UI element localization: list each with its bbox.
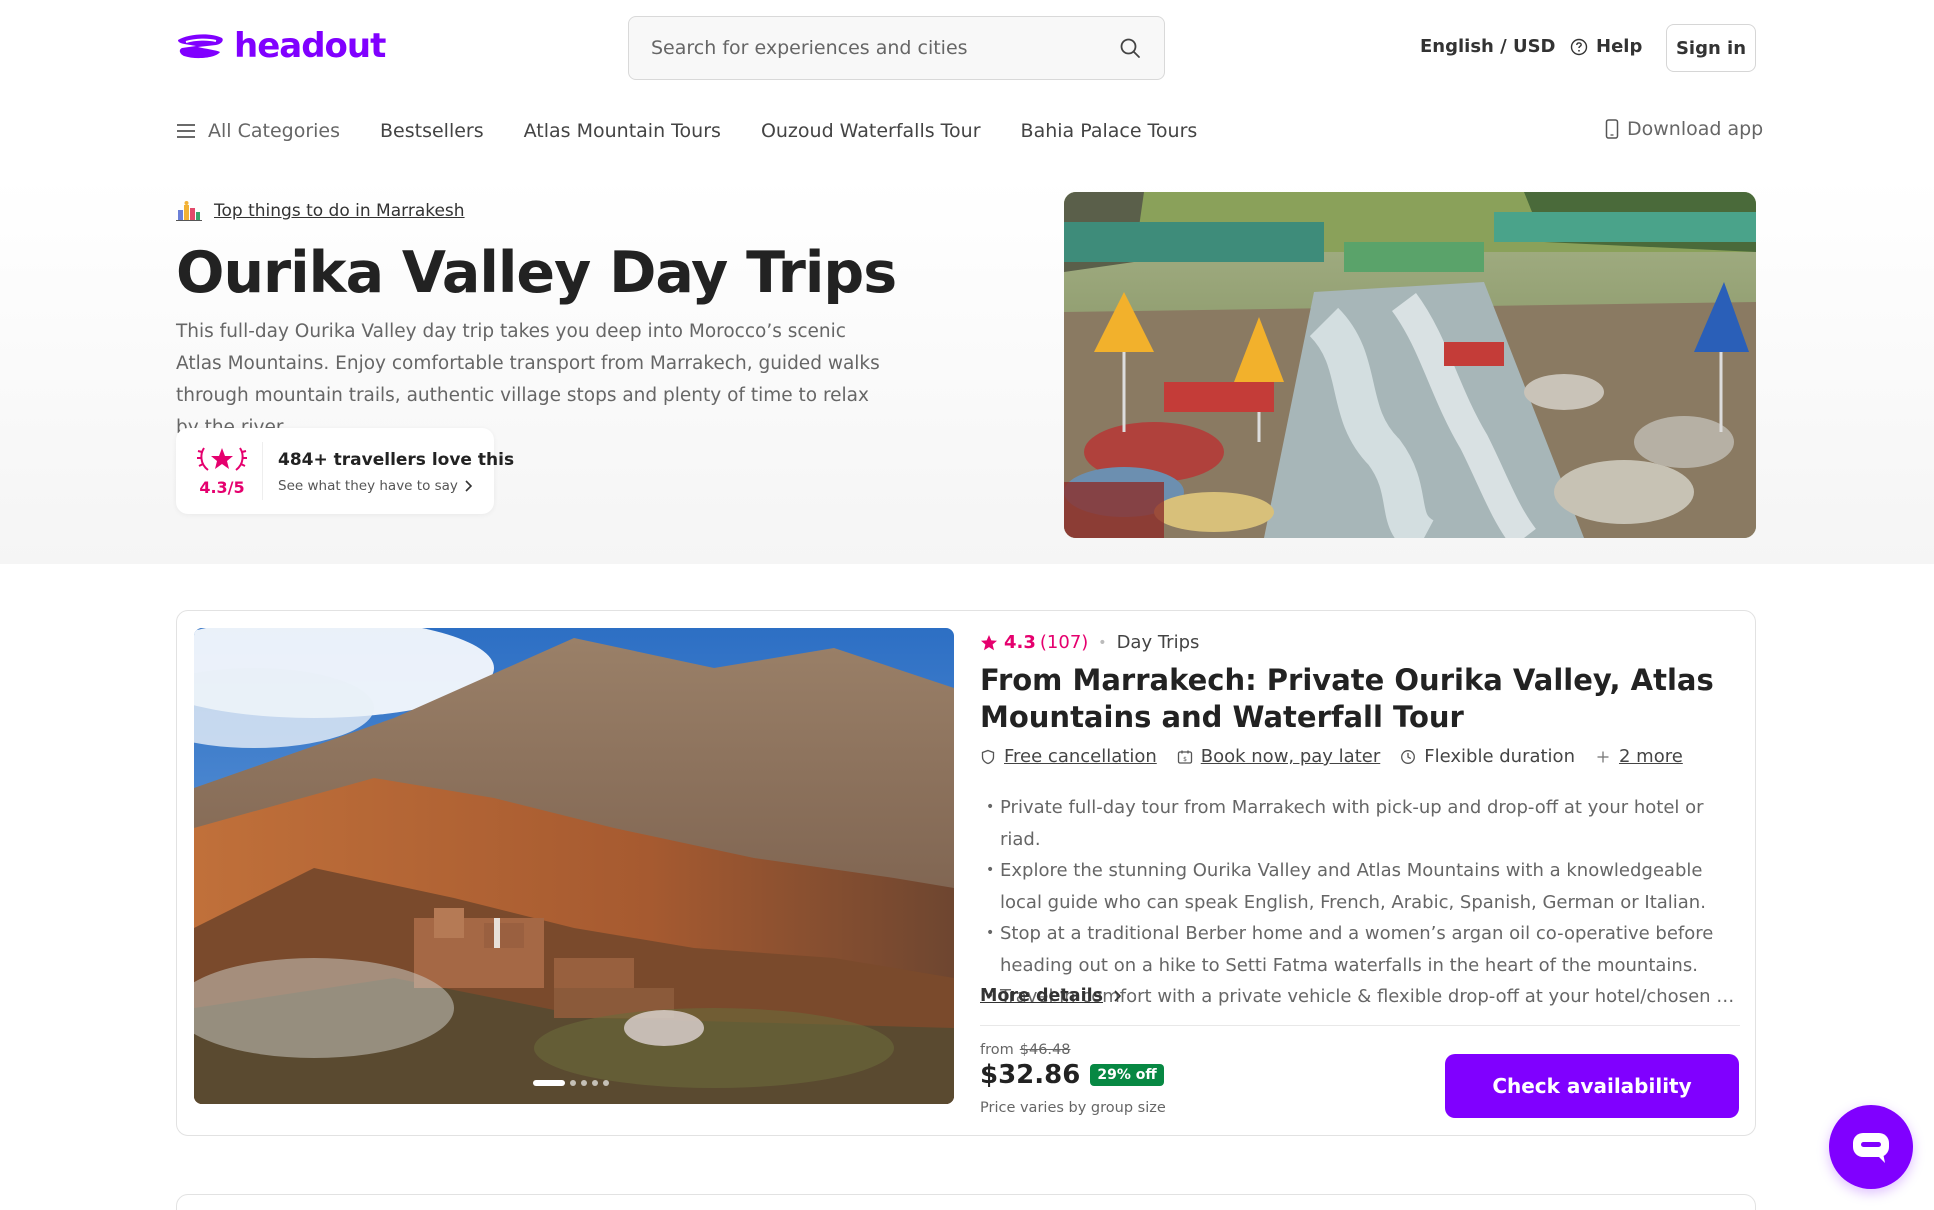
star-icon [981,634,997,650]
current-price: $32.86 [980,1060,1081,1090]
feature-label: 2 more [1618,746,1683,767]
menu-icon [177,124,195,138]
page-description: This full-day Ourika Valley day trip tak… [176,321,880,438]
see-reviews-label: See what they have to say [278,478,458,494]
product-title[interactable]: From Marrakech: Private Ourika Valley, A… [980,662,1740,736]
calendar-icon: $ [1177,750,1192,764]
all-categories-label: All Categories [208,120,341,142]
feature-free-cancellation[interactable]: Free cancellation [980,746,1157,767]
carousel-dot[interactable] [533,1080,565,1086]
chevron-right-icon [465,480,472,492]
discount-badge: 29% off [1090,1064,1164,1086]
language-currency-selector[interactable]: English / USD [1420,36,1556,57]
all-categories-menu[interactable]: All Categories [176,120,340,142]
header: headout English / USD Help Sign in [0,0,1934,100]
page-title: Ourika Valley Day Trips [176,240,897,306]
nav-item-bestsellers[interactable]: Bestsellers [380,120,484,142]
travellers-love-text: 484+ travellers love this [278,450,515,470]
product-image-atlas-mountains[interactable] [194,628,954,1104]
help-label: Help [1596,36,1643,57]
divider [262,442,263,500]
carousel-dot[interactable] [592,1080,598,1086]
feature-label: Flexible duration [1424,746,1575,767]
help-link[interactable]: Help [1570,36,1642,57]
more-details-link[interactable]: More details [980,986,1122,1006]
plus-icon [1597,751,1609,762]
highlight-item: Explore the stunning Ourika Valley and A… [986,855,1736,918]
product-meta: 4.3 (107) • Day Trips [980,632,1199,653]
clock-icon [1401,749,1416,764]
meta-separator: • [1098,634,1107,651]
feature-label: Free cancellation [1004,746,1157,767]
chat-icon [1853,1133,1889,1163]
headout-logo[interactable]: headout [176,26,386,66]
carousel-dot[interactable] [570,1080,576,1086]
more-details-label: More details [980,986,1104,1006]
reviews-summary-card[interactable]: 4.3/5 484+ travellers love this See what… [176,428,514,514]
phone-icon [1605,119,1619,139]
feature-flexible-duration: Flexible duration [1400,746,1575,767]
shield-icon [981,749,995,764]
breadcrumb: Top things to do in Marrakesh [176,200,465,222]
see-reviews-link[interactable]: See what they have to say [278,478,472,494]
nav-item-ouzoud-waterfalls-tour[interactable]: Ouzoud Waterfalls Tour [761,120,981,142]
hero-image-ourika-river [1064,192,1756,538]
price-from-row: from $46.48 [980,1042,1071,1058]
carousel-indicators [533,1080,609,1086]
product-rating: 4.3 [1004,632,1036,653]
laurel-star-icon [197,447,247,471]
search-icon[interactable] [1118,36,1142,60]
feature-more[interactable]: 2 more [1595,746,1683,767]
svg-text:$: $ [1183,756,1187,763]
breadcrumb-link[interactable]: Top things to do in Marrakesh [214,201,465,221]
original-price: $46.48 [1019,1042,1071,1058]
chevron-right-icon [1114,990,1122,1002]
carousel-dot[interactable] [603,1080,609,1086]
price-row: $32.86 29% off [980,1060,1164,1090]
logo-text: headout [234,26,386,66]
download-app-link[interactable]: Download app [1605,118,1763,140]
chat-button[interactable] [1829,1105,1913,1189]
carousel-dot[interactable] [581,1080,587,1086]
review-count[interactable]: (107) [1040,632,1088,653]
city-icon [176,201,202,221]
divider [980,1025,1740,1026]
highlight-item: Private full-day tour from Marrakech wit… [986,792,1736,855]
check-availability-button[interactable]: Check availability [1445,1054,1739,1118]
sign-in-button[interactable]: Sign in [1666,24,1756,72]
category-nav: All Categories Bestsellers Atlas Mountai… [176,118,1237,144]
search-bar[interactable] [628,16,1165,80]
from-label: from [980,1042,1014,1058]
price-note: Price varies by group size [980,1100,1166,1116]
rating-score: 4.3/5 [199,478,245,497]
feature-book-now-pay-later[interactable]: $ Book now, pay later [1177,746,1381,767]
feature-label: Book now, pay later [1200,746,1381,767]
help-icon [1570,38,1588,55]
product-features: Free cancellation $ Book now, pay later … [980,746,1703,767]
download-app-label: Download app [1627,118,1764,140]
logo-icon [178,34,223,59]
product-highlights: Private full-day tour from Marrakech wit… [986,792,1736,1013]
nav-item-bahia-palace-tours[interactable]: Bahia Palace Tours [1021,120,1198,142]
search-input[interactable] [651,37,1118,59]
product-category: Day Trips [1116,632,1200,653]
next-product-card [176,1194,1756,1210]
highlight-item: Stop at a traditional Berber home and a … [986,918,1736,981]
nav-item-atlas-mountain-tours[interactable]: Atlas Mountain Tours [524,120,721,142]
